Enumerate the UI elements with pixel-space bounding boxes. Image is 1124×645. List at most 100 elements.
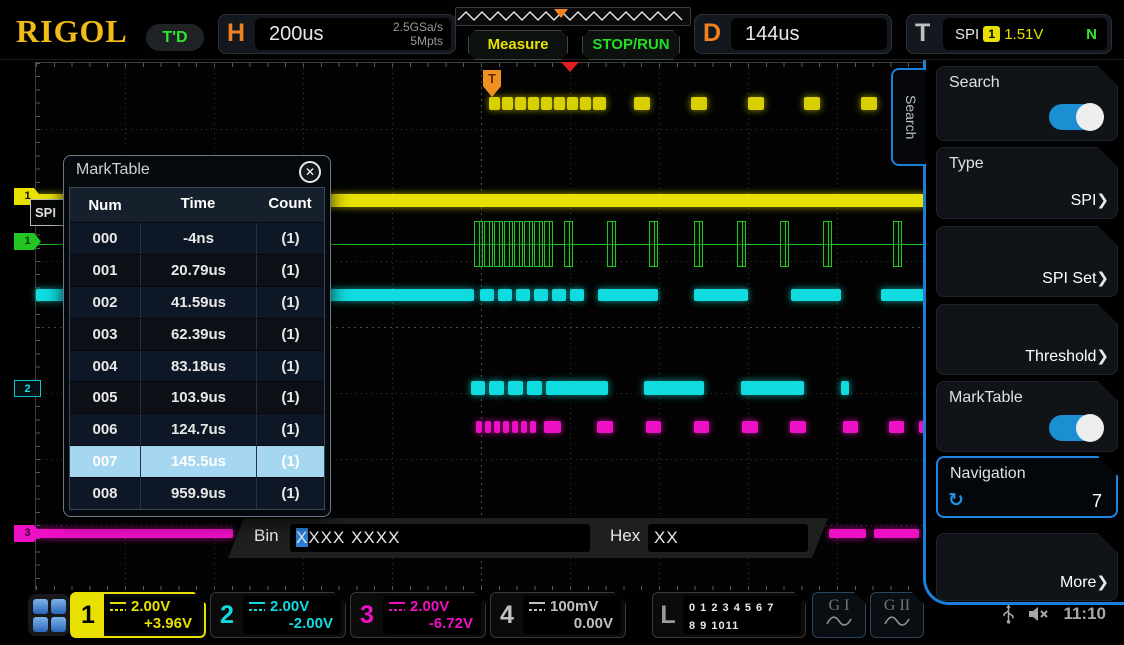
mark-time: 103.9us: [140, 382, 256, 413]
search-toggle[interactable]: [1049, 104, 1103, 130]
mark-time: 41.59us: [140, 287, 256, 318]
bus1-decode-pulse: [564, 221, 573, 267]
marktable-row[interactable]: 005 103.9us (1): [70, 381, 324, 413]
mark-time: 145.5us: [140, 446, 256, 477]
ch1-burst-row: [580, 97, 591, 110]
navigation-count: 7: [1092, 491, 1102, 512]
menu-item-threshold[interactable]: Threshold❯: [936, 304, 1118, 375]
menu-item-type[interactable]: Type SPI❯: [936, 147, 1118, 219]
mark-num: 003: [70, 326, 140, 343]
marktable-row[interactable]: 006 124.7us (1): [70, 413, 324, 445]
ch2-burst-row: [508, 381, 523, 395]
logic-analyzer-button[interactable]: L 0 1 2 3 4 5 6 7 8 9 1011 12131415: [652, 592, 806, 638]
type-value: SPI: [1071, 192, 1097, 209]
generator1-button[interactable]: G I: [812, 592, 866, 638]
marktable-row[interactable]: 001 20.79us (1): [70, 254, 324, 286]
search-menu-tab[interactable]: Search: [891, 68, 926, 166]
channel-4-button[interactable]: 4 100mV 0.00V: [490, 592, 626, 638]
chevron-right-icon: ❯: [1096, 348, 1109, 365]
generator2-button[interactable]: G II: [870, 592, 924, 638]
mark-count: (1): [256, 478, 324, 509]
menu-item-search[interactable]: Search: [936, 66, 1118, 141]
zigzag-waveform-icon: [456, 8, 688, 25]
oscilloscope-screen: RIGOL T'D H 200us 2.5GSa/s 5Mpts Measure…: [0, 0, 1124, 645]
channel-3-button[interactable]: 3 2.00V -6.72V: [350, 592, 486, 638]
mark-count: (1): [256, 255, 324, 286]
ch3-burst-row: [503, 421, 509, 433]
gen1-label: G I: [829, 597, 850, 614]
mark-num: 005: [70, 389, 140, 406]
menu-item-more[interactable]: More❯: [936, 533, 1118, 601]
bus1-decode-pulse: [823, 221, 832, 267]
channel2-position-tag[interactable]: 2: [14, 380, 41, 397]
ch2-main: [498, 289, 512, 301]
marktable-row[interactable]: 004 83.18us (1): [70, 350, 324, 382]
chevron-right-icon: ❯: [1096, 574, 1109, 591]
ch3-burst-row: [530, 421, 536, 433]
channel-1-button[interactable]: 1 2.00V +3.96V: [70, 592, 206, 638]
marktable-row[interactable]: 003 62.39us (1): [70, 318, 324, 350]
dc-coupling-icon: [110, 602, 126, 611]
menu-item-spi-set[interactable]: SPI Set❯: [936, 226, 1118, 297]
mark-num: 002: [70, 294, 140, 311]
ch3-burst-row: [790, 421, 806, 433]
mark-count: (1): [256, 319, 324, 350]
menu-grid-icon[interactable]: [28, 594, 70, 636]
logic-digits-row1: 0 1 2 3 4 5 6 7: [689, 599, 795, 617]
channel-scale: 100mV: [550, 598, 598, 615]
marktable-row[interactable]: 000 -4ns (1): [70, 222, 324, 254]
dc-coupling-icon: [249, 602, 265, 611]
channel-offset: -6.72V: [389, 615, 473, 632]
marktable-toggle[interactable]: [1049, 415, 1103, 441]
stop-run-button[interactable]: STOP/RUN: [582, 30, 680, 60]
menu-item-marktable[interactable]: MarkTable: [936, 381, 1118, 452]
waveform-overview-strip[interactable]: [455, 7, 691, 26]
channel-2-button[interactable]: 2 2.00V -2.00V: [210, 592, 346, 638]
ch2-main: [552, 289, 566, 301]
close-icon[interactable]: ✕: [299, 161, 321, 183]
ch1-burst-row: [748, 97, 764, 110]
ch1-burst-row: [593, 97, 606, 110]
marktable-table: Num Time Count 000 -4ns (1)001 20.79us (…: [69, 187, 325, 510]
channel-scale: 2.00V: [270, 598, 309, 615]
hex-value-field[interactable]: XX: [648, 524, 808, 552]
usb-icon: [1002, 604, 1015, 624]
ch3-burst-row: [742, 421, 758, 433]
bin-value-field[interactable]: XXXX XXXX: [290, 524, 590, 552]
clock: 11:10: [1063, 604, 1106, 624]
overview-position-marker: [554, 9, 568, 18]
ch1-burst-row: [502, 97, 513, 110]
menu-label: Type: [949, 155, 984, 173]
speaker-muted-icon: [1027, 605, 1051, 623]
trigger-group[interactable]: T SPI 1 1.51V N: [906, 14, 1112, 54]
horizontal-timebase-group[interactable]: H 200us 2.5GSa/s 5Mpts: [218, 14, 456, 54]
mark-count: (1): [256, 414, 324, 445]
measure-button[interactable]: Measure: [468, 30, 568, 60]
mark-time: 124.7us: [140, 414, 256, 445]
ch2-burst-row: [471, 381, 485, 395]
menu-label: SPI Set: [1042, 270, 1096, 287]
marktable-popup: MarkTable ✕ Num Time Count 000 -4ns (1)0…: [63, 155, 331, 517]
marktable-row[interactable]: 007 145.5us (1): [70, 445, 324, 477]
ch2-main: [694, 289, 748, 301]
sample-rate: 2.5GSa/s: [393, 20, 443, 34]
ch1-burst-row: [567, 97, 578, 110]
trigger-type: SPI: [955, 26, 979, 43]
mark-count: (1): [256, 382, 324, 413]
trigger-position-marker[interactable]: [561, 62, 579, 72]
marktable-row[interactable]: 008 959.9us (1): [70, 477, 324, 509]
menu-label: Navigation: [950, 465, 1026, 483]
delay-group[interactable]: D 144us: [694, 14, 892, 54]
mark-num: 000: [70, 230, 140, 247]
mark-count: (1): [256, 223, 324, 254]
menu-item-navigation[interactable]: Navigation ↻ 7: [936, 456, 1118, 518]
mark-num: 001: [70, 262, 140, 279]
ch1-burst-row: [554, 97, 565, 110]
search-menu-panel: Search Search Type SPI❯ SPI Set❯ Thresho…: [923, 60, 1124, 605]
d-label: D: [703, 19, 721, 48]
bus1-decode-pulse: [893, 221, 902, 267]
ch1-burst-row: [804, 97, 820, 110]
mark-num: 007: [70, 453, 140, 470]
marktable-row[interactable]: 002 41.59us (1): [70, 286, 324, 318]
ch2-main: [534, 289, 548, 301]
